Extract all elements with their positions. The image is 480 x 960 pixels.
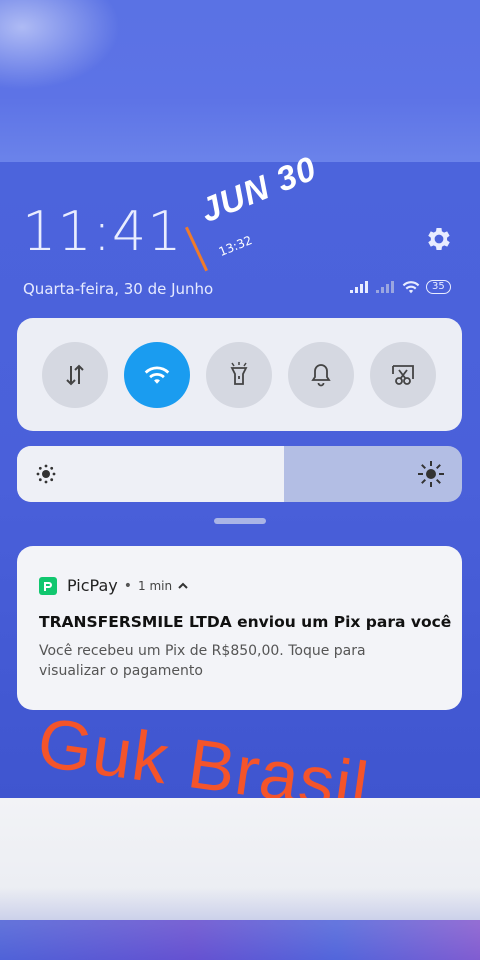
bottom-blurred-background [0,798,480,960]
watermark-clip: Guk Brasil [0,0,480,798]
watermark-text: Guk Brasil [33,702,374,798]
